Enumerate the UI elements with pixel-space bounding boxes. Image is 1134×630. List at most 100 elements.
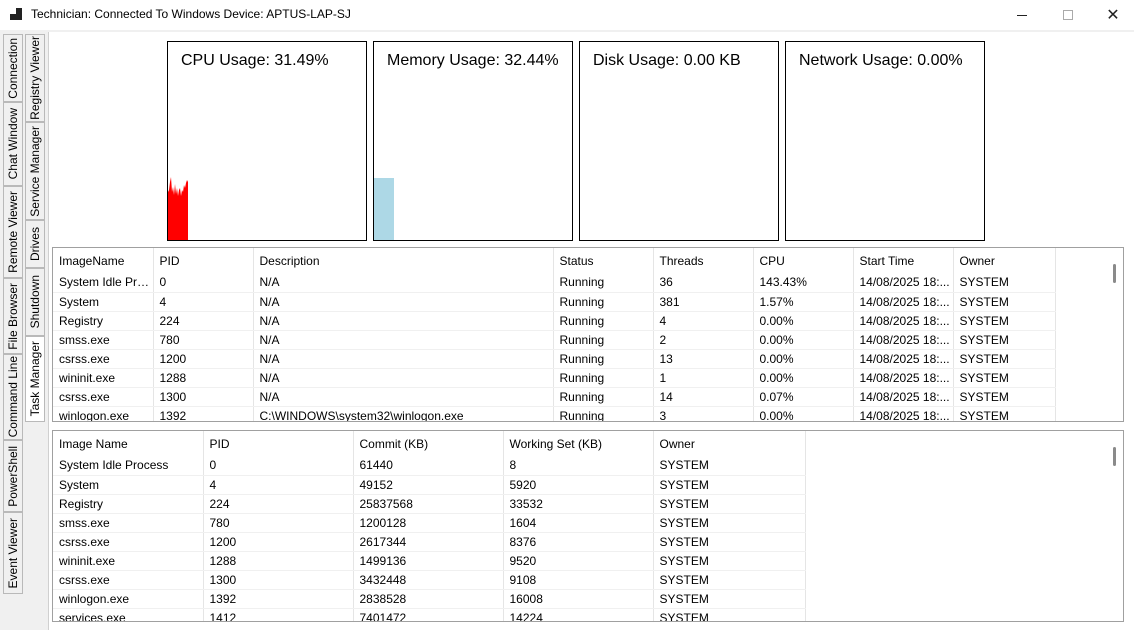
table-row[interactable]: csrss.exe 1300 N/A Running 14 0.07% 14/08/2025…	[53, 387, 1056, 407]
column-header[interactable]: Working Set (KB)	[503, 431, 654, 456]
table-row[interactable]: Registry 224 25837568 33532 SYSTEM	[53, 494, 806, 514]
table-cell: services.exe	[53, 608, 204, 621]
memory-list-scrollbar[interactable]	[1106, 431, 1123, 621]
tab-chat-window[interactable]: Chat Window	[3, 102, 23, 186]
table-row[interactable]: winlogon.exe 1392 C:\WINDOWS\system32\winl…	[53, 406, 1056, 421]
table-cell: Running	[553, 311, 654, 331]
tab-remote-viewer[interactable]: Remote Viewer	[3, 186, 23, 278]
table-cell: 14/08/2025 18:...	[853, 311, 954, 331]
table-row[interactable]: winlogon.exe 1392 2838528 16008 SYSTEM	[53, 589, 806, 609]
table-cell: 36	[653, 273, 754, 293]
window-title: Technician: Connected To Windows Device:…	[31, 7, 351, 21]
table-cell: N/A	[253, 368, 554, 388]
tab-powershell[interactable]: PowerShell	[3, 440, 23, 512]
table-cell: Registry	[53, 494, 204, 514]
table-cell: Running	[553, 368, 654, 388]
column-header[interactable]: Commit (KB)	[353, 431, 504, 456]
column-header[interactable]: Threads	[653, 248, 754, 273]
column-header[interactable]: CPU	[753, 248, 854, 273]
table-cell: 3432448	[353, 570, 504, 590]
table-cell: N/A	[253, 387, 554, 407]
table-cell: 0	[203, 456, 354, 476]
table-cell: Running	[553, 330, 654, 350]
table-cell: 49152	[353, 475, 504, 495]
table-cell: 1499136	[353, 551, 504, 571]
process-list-scrollbar[interactable]	[1106, 248, 1123, 421]
column-header[interactable]: Description	[253, 248, 554, 273]
memory-list[interactable]: Image Name PID Commit (KB) Working Set (…	[52, 430, 1124, 622]
table-cell: smss.exe	[53, 513, 204, 533]
process-list[interactable]: ImageName PID Description Status Threads…	[52, 247, 1124, 422]
tab-task-manager[interactable]: Task Manager	[25, 336, 45, 422]
table-row[interactable]: System Idle Process 0 61440 8 SYSTEM	[53, 456, 806, 476]
scroll-thumb[interactable]	[1113, 264, 1116, 283]
column-header[interactable]: Owner	[953, 248, 1056, 273]
table-cell: wininit.exe	[53, 551, 204, 571]
scroll-thumb[interactable]	[1113, 447, 1116, 466]
column-header[interactable]: PID	[153, 248, 254, 273]
table-cell: 14/08/2025 18:...	[853, 368, 954, 388]
table-cell: Registry	[53, 311, 154, 331]
table-row[interactable]: System 4 N/A Running 381 1.57% 14/08/2025 18:.…	[53, 292, 1056, 312]
table-cell: Running	[553, 387, 654, 407]
table-cell: 16008	[503, 589, 654, 609]
tab-registry-viewer[interactable]: Registry Viewer	[25, 34, 45, 122]
table-row[interactable]: System 4 49152 5920 SYSTEM	[53, 475, 806, 495]
tab-service-manager[interactable]: Service Manager	[25, 122, 45, 220]
table-row[interactable]: csrss.exe 1200 N/A Running 13 0.00% 14/08/2025…	[53, 349, 1056, 369]
title-bar: Technician: Connected To Windows Device:…	[0, 0, 1134, 30]
column-header[interactable]: Status	[553, 248, 654, 273]
table-cell: SYSTEM	[953, 292, 1056, 312]
table-cell: 0	[153, 273, 254, 293]
close-button[interactable]: ✕	[1090, 0, 1134, 30]
table-cell: 0.00%	[753, 406, 854, 421]
column-header[interactable]: Owner	[653, 431, 806, 456]
table-cell: 13	[653, 349, 754, 369]
table-cell: csrss.exe	[53, 349, 154, 369]
table-cell: 0.00%	[753, 368, 854, 388]
tab-drives[interactable]: Drives	[25, 220, 45, 268]
column-header[interactable]: ImageName	[53, 248, 154, 273]
table-cell: 14/08/2025 18:...	[853, 387, 954, 407]
table-cell: 1	[653, 368, 754, 388]
table-cell: winlogon.exe	[53, 406, 154, 421]
table-cell: 9520	[503, 551, 654, 571]
table-row[interactable]: wininit.exe 1288 1499136 9520 SYSTEM	[53, 551, 806, 571]
table-cell: 1604	[503, 513, 654, 533]
tab-connection[interactable]: Connection	[3, 34, 23, 102]
table-cell: 780	[203, 513, 354, 533]
table-cell: 7401472	[353, 608, 504, 621]
table-cell: SYSTEM	[653, 532, 806, 552]
table-row[interactable]: smss.exe 780 N/A Running 2 0.00% 14/08/2025 18…	[53, 330, 1056, 350]
table-cell: 14/08/2025 18:...	[853, 330, 954, 350]
tab-event-viewer[interactable]: Event Viewer	[3, 512, 23, 594]
table-row[interactable]: csrss.exe 1300 3432448 9108 SYSTEM	[53, 570, 806, 590]
table-row[interactable]: csrss.exe 1200 2617344 8376 SYSTEM	[53, 532, 806, 552]
table-cell: 5920	[503, 475, 654, 495]
memory-usage-chart	[374, 178, 394, 240]
column-header[interactable]: Image Name	[53, 431, 204, 456]
table-cell: Running	[553, 349, 654, 369]
tab-file-browser[interactable]: File Browser	[3, 278, 23, 354]
table-row[interactable]: smss.exe 780 1200128 1604 SYSTEM	[53, 513, 806, 533]
maximize-button[interactable]	[1045, 0, 1091, 30]
table-cell: csrss.exe	[53, 532, 204, 552]
table-row[interactable]: services.exe 1412 7401472 14224 SYSTEM	[53, 608, 806, 621]
table-cell: 2838528	[353, 589, 504, 609]
table-cell: winlogon.exe	[53, 589, 204, 609]
column-header[interactable]: Start Time	[853, 248, 954, 273]
table-cell: N/A	[253, 273, 554, 293]
cpu-usage-graph: CPU Usage: 31.49%	[167, 41, 367, 241]
tab-command-line[interactable]: Command Line	[3, 354, 23, 440]
table-cell: 4	[653, 311, 754, 331]
table-cell: 4	[203, 475, 354, 495]
table-cell: SYSTEM	[653, 570, 806, 590]
table-cell: Running	[553, 273, 654, 293]
column-header[interactable]: PID	[203, 431, 354, 456]
table-row[interactable]: System Idle Pro... 0 N/A Running 36 143.43% 14…	[53, 273, 1056, 293]
table-cell: 4	[153, 292, 254, 312]
table-row[interactable]: Registry 224 N/A Running 4 0.00% 14/08/2025 18…	[53, 311, 1056, 331]
tab-shutdown[interactable]: Shutdown	[25, 268, 45, 336]
minimize-button[interactable]	[999, 0, 1045, 30]
table-row[interactable]: wininit.exe 1288 N/A Running 1 0.00% 14/08/202…	[53, 368, 1056, 388]
